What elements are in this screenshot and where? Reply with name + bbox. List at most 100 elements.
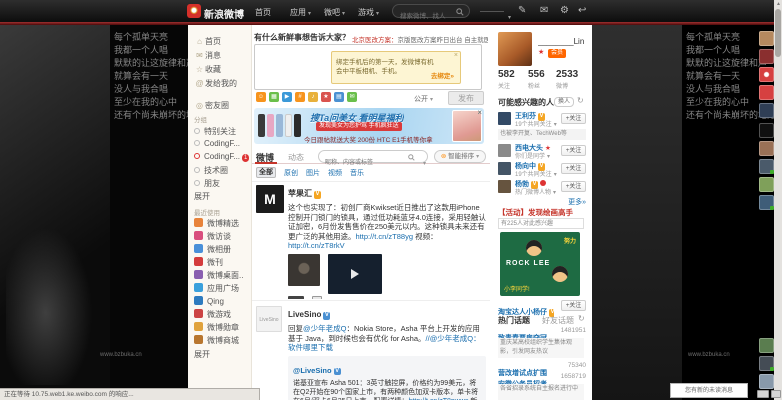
sidebar-item-to-me[interactable]: @发给我的 [194,78,237,90]
sidebar-group-coding2[interactable]: CodingF...1 [194,152,249,164]
sidebar-item-favorites[interactable]: ☆收藏 [194,64,221,76]
stat-posts[interactable]: 2533微博 [556,69,578,90]
sidebar-app-item[interactable]: 微博精选 [194,218,239,230]
tab-friend-topics[interactable]: 好友话题 [542,315,574,326]
sidebar-app-item[interactable]: 微刊 [194,257,223,269]
photo-thumbnail[interactable] [288,254,320,286]
sidebar-app-item[interactable]: 微博商城 [194,335,239,347]
person-subtitle[interactable]: 你们是同学 [515,151,550,160]
chat-dock-avatar[interactable] [759,49,774,64]
nav-games[interactable]: 游戏 [358,7,379,18]
member-badge[interactable]: 会员 [548,49,566,58]
video-icon[interactable]: ▶ [282,92,292,102]
chat-dock-avatar[interactable] [759,374,774,389]
smart-sort-button[interactable]: ⊚ 智能排序 [434,150,486,163]
post-link[interactable]: http://t.cn/zT88yg [356,232,414,241]
sidebar-item-close-friends[interactable]: ◎密友圈 [194,100,229,112]
follow-button[interactable]: +关注 [561,163,586,174]
chat-dock-avatar[interactable] [759,123,774,138]
follow-button[interactable]: +关注 [561,145,586,156]
chat-dock-avatar[interactable] [759,159,774,174]
topic-ticker[interactable]: 北京医改方案：京版医改方案昨日出台 自主就医将受限 热门话题 [352,34,488,44]
vote-icon[interactable]: ★ [321,92,331,102]
post-author[interactable]: 苹果汇 [288,189,312,198]
quote-author[interactable]: @LiveSino [293,366,332,375]
chat-dock-avatar[interactable] [759,31,774,46]
filter-image[interactable]: 图片 [306,168,320,178]
topnav-search-input[interactable] [400,11,458,23]
chat-dock-avatar[interactable] [759,195,774,210]
photo-thumbnail-small[interactable] [312,296,322,300]
nav-apps[interactable]: 应用 [290,7,311,18]
search-scope-dropdown[interactable] [421,152,426,170]
filter-original[interactable]: 原创 [284,168,298,178]
longweibo-icon[interactable]: ▤ [334,92,344,102]
avatar[interactable]: LiveSino [256,306,282,332]
feed-search[interactable] [318,150,428,163]
tab-hot-topics[interactable]: 热门话题 [498,315,530,326]
sidebar-app-item[interactable]: 微访谈 [194,231,231,243]
apps-expand-link[interactable]: 展开 [194,349,210,361]
sidebar-app-item[interactable]: 微博勋章 [194,322,239,334]
mention-link[interactable]: @少年老成Q [303,324,346,333]
feed-search-input[interactable] [325,158,403,169]
notification-toast[interactable]: 您有新的未读消息 [670,383,748,398]
chat-dock-avatar[interactable] [759,103,774,118]
chat-dock-avatar[interactable] [759,141,774,156]
sidebar-app-item[interactable]: 微游戏 [194,309,231,321]
post-link[interactable]: http://t.cn/zT8rkV [288,241,345,250]
logout-icon[interactable]: ↩ [578,5,586,16]
avatar[interactable] [498,112,511,125]
scroll-up-icon[interactable]: ▲ [776,1,781,7]
refresh-icon[interactable]: ↻ [578,314,585,323]
chat-dock-avatar[interactable] [759,177,774,192]
image-icon[interactable]: ▦ [269,92,279,102]
sidebar-app-item[interactable]: 微相册 [194,244,231,256]
post-author[interactable]: LiveSino [288,310,321,319]
emoticon-icon[interactable]: ☺ [256,92,266,102]
visibility-dropdown[interactable]: 公开 [414,94,433,104]
stat-followers[interactable]: 556粉丝 [528,69,545,90]
sidebar-item-messages[interactable]: ✉消息 [194,50,221,62]
avatar[interactable] [498,144,511,157]
music-icon[interactable]: ♪ [308,92,318,102]
follow-button[interactable]: +关注 [561,181,586,192]
sidebar-group-friends[interactable]: 朋友 [194,178,220,190]
mail-icon[interactable]: ✉ [540,5,548,16]
topnav-search[interactable] [392,4,470,18]
search-icon[interactable] [408,154,415,161]
filter-music[interactable]: 音乐 [350,168,364,178]
sidebar-app-item[interactable]: Qing [194,296,224,308]
chat-dock-avatar[interactable] [759,67,774,82]
person-subtitle[interactable]: 19个共同关注 [515,119,557,128]
tooltip-close-icon[interactable]: × [454,52,458,59]
topic-icon[interactable]: # [295,92,305,102]
compose-icon[interactable]: ✎ [518,5,526,16]
follow-button[interactable]: +关注 [561,300,586,311]
photo-thumbnail-small[interactable] [288,296,304,300]
sidebar-group-special[interactable]: 特别关注 [194,126,236,138]
banner-close-icon[interactable]: × [477,108,482,117]
groups-expand-link[interactable]: 展开 [194,191,210,203]
filter-all[interactable]: 全部 [256,167,276,178]
filter-video[interactable]: 视频 [328,168,342,178]
avatar[interactable] [498,162,511,175]
search-icon[interactable] [456,8,464,16]
dock-collapse-button[interactable] [771,390,781,398]
more-tools-icon[interactable]: ✉ [347,92,357,102]
avatar[interactable]: M [256,185,284,213]
compose-textbox[interactable]: × 绑定手机后的第一天，发微博有机 会中平板相机、手机。 去绑定» [254,44,482,90]
profile-avatar[interactable] [498,32,532,66]
chat-dock-avatar[interactable] [759,356,774,371]
sidebar-group-tech[interactable]: 技术圈 [194,165,228,177]
sidebar-app-item[interactable]: 微博桌面.. [194,270,243,282]
sidebar-group-coding1[interactable]: CodingF... [194,139,240,151]
nav-home[interactable]: 首页 [255,7,271,18]
suggest-more-link[interactable]: 更多» [568,197,586,207]
bind-phone-link[interactable]: 去绑定» [431,70,454,80]
chat-dock-avatar[interactable] [759,338,774,353]
chat-dock-avatar[interactable] [759,85,774,100]
tab-dynamic[interactable]: 动态 [288,152,304,163]
ad-banner[interactable]: 搜Ta问美女 看明星福利 发现美女为您护驾 手机疯狂送 今日跟帖就送大奖 200… [254,108,484,144]
person-subtitle[interactable]: 热门微博人物 [515,187,556,196]
